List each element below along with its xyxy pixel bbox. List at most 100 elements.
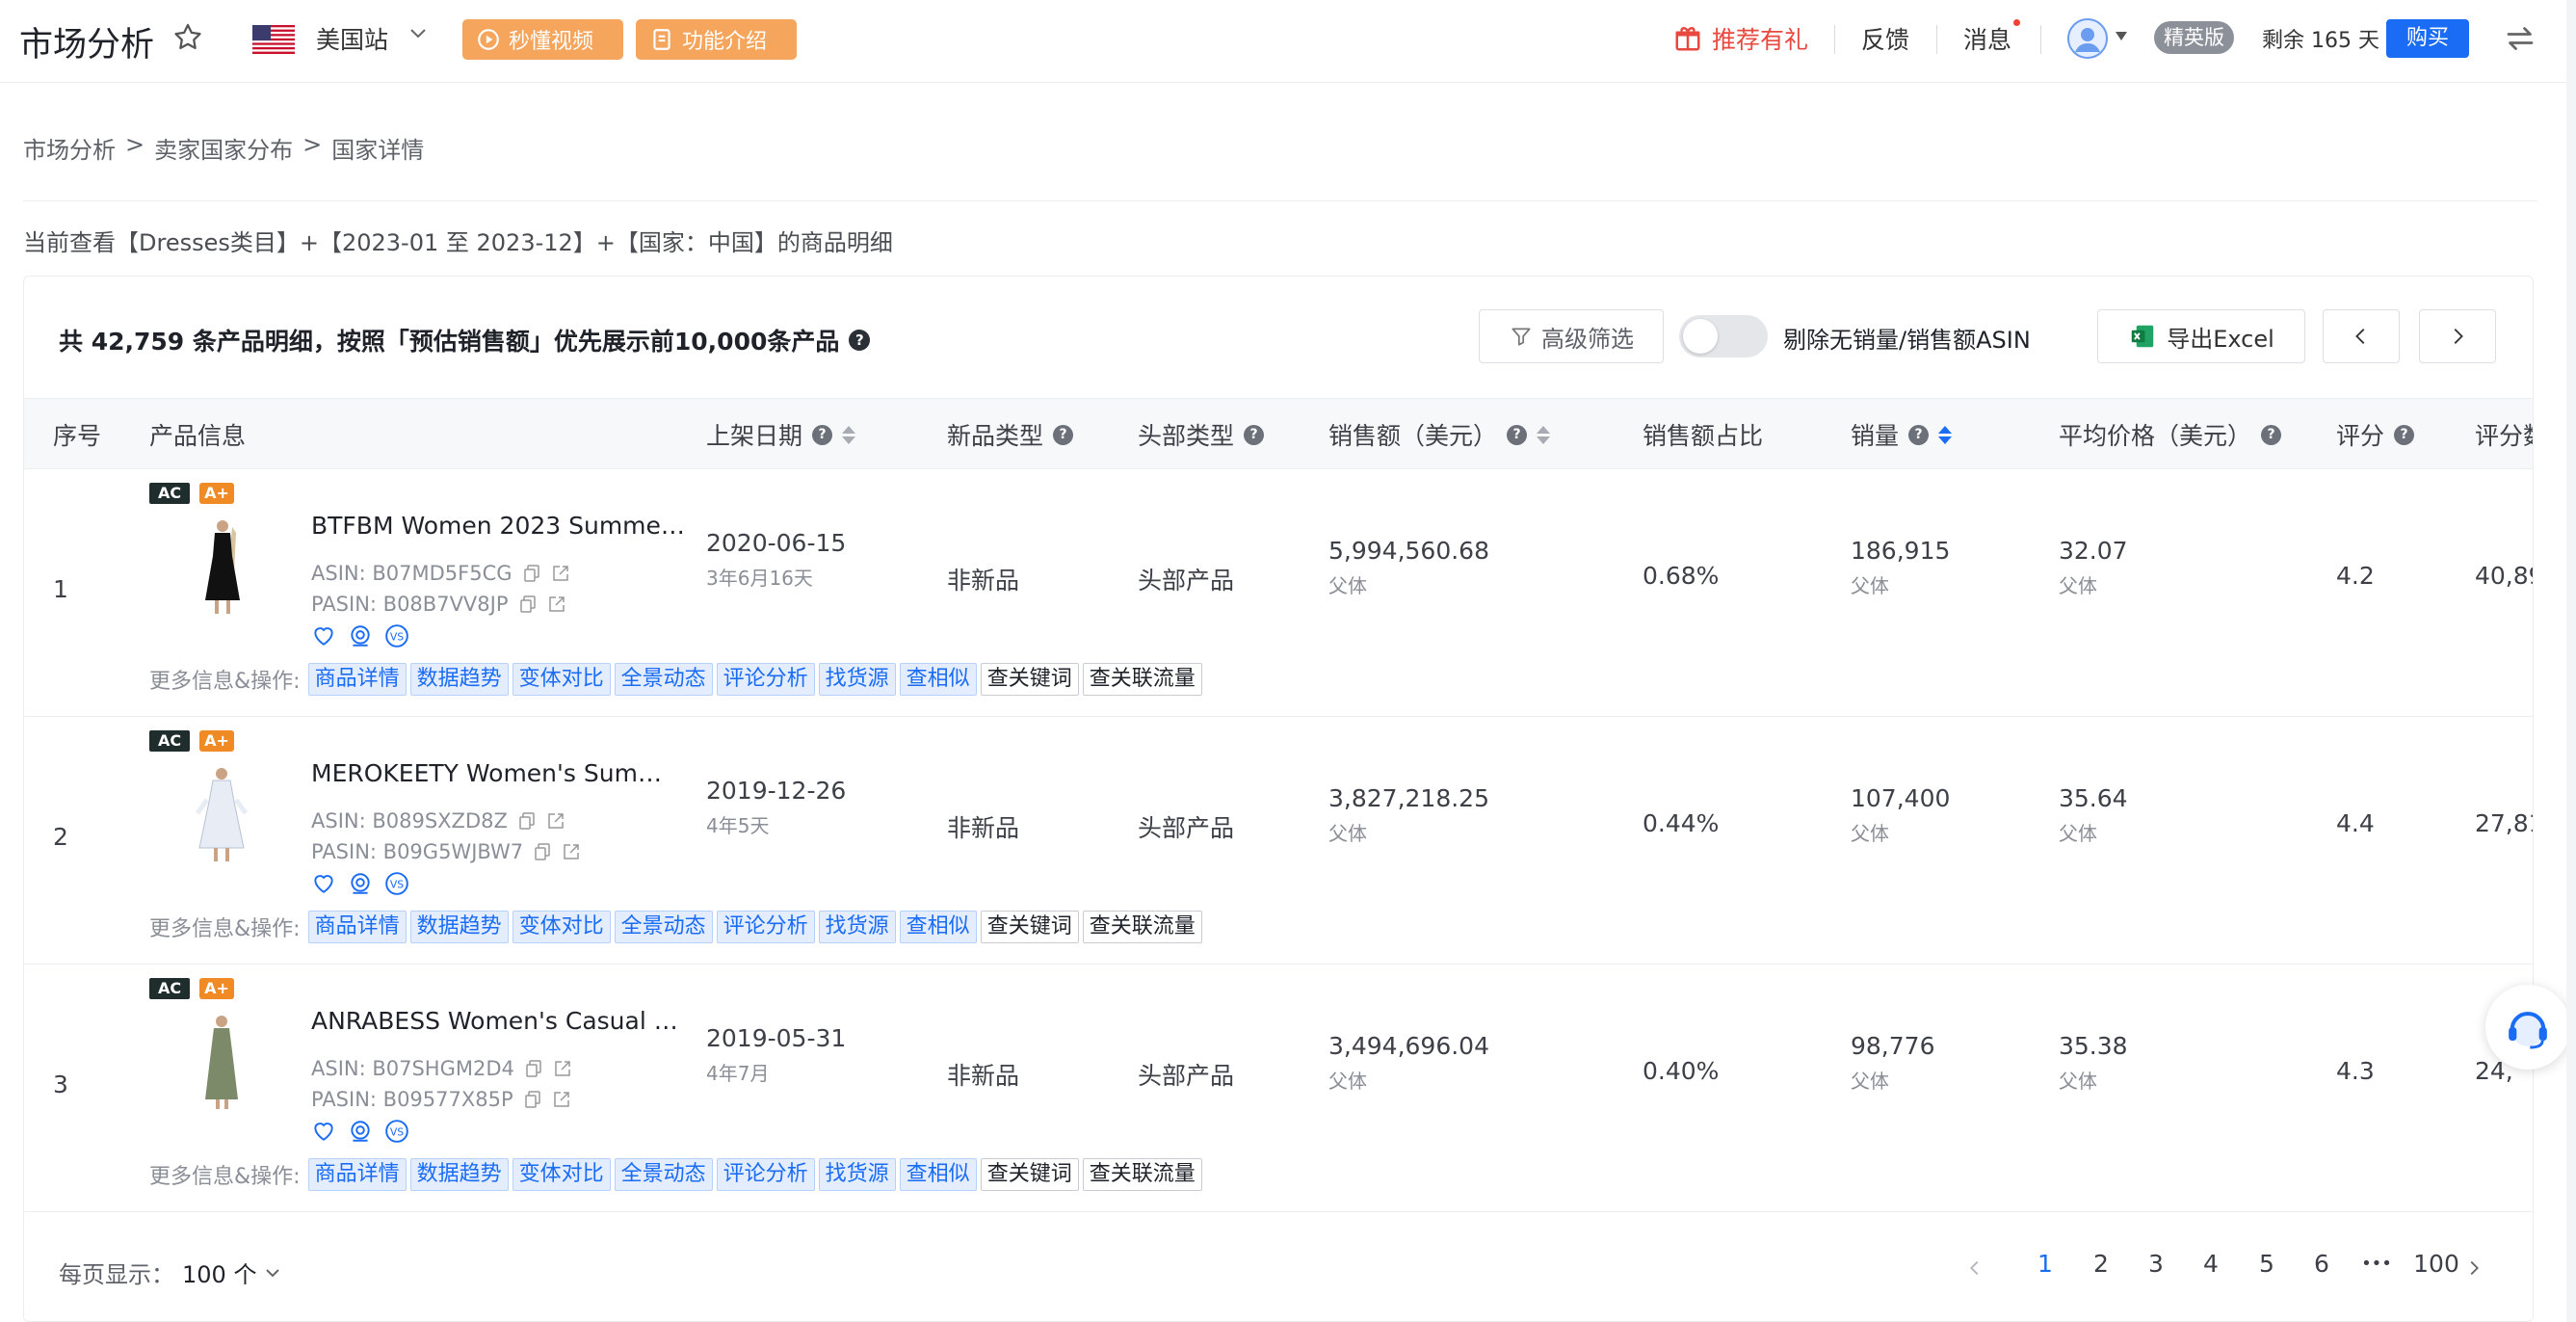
action-related-traffic[interactable]: 查关联流量 xyxy=(1082,1158,1202,1191)
external-link-icon[interactable] xyxy=(547,595,566,614)
header-sales[interactable]: 销售额（美元） ? xyxy=(1328,399,1551,470)
heart-icon[interactable] xyxy=(311,623,336,648)
header-volume[interactable]: 销量 ? xyxy=(1851,399,1953,470)
scroll-left-button[interactable] xyxy=(2323,309,2400,363)
heart-icon[interactable] xyxy=(311,1119,336,1144)
external-link-icon[interactable] xyxy=(562,842,581,861)
copy-icon[interactable] xyxy=(517,811,537,831)
header-date[interactable]: 上架日期 ? xyxy=(706,399,856,470)
feature-intro-button[interactable]: 功能介绍 xyxy=(636,19,797,60)
action-keywords[interactable]: 查关键词 xyxy=(980,663,1079,696)
action-product-detail[interactable]: 商品详情 xyxy=(307,1158,407,1191)
page-2[interactable]: 2 xyxy=(2082,1250,2120,1278)
action-related-traffic[interactable]: 查关联流量 xyxy=(1082,911,1202,943)
compare-vs-icon[interactable]: VS xyxy=(384,871,409,896)
action-product-detail[interactable]: 商品详情 xyxy=(307,663,407,696)
buy-button[interactable]: 购买 xyxy=(2386,19,2469,58)
action-find-source[interactable]: 找货源 xyxy=(818,911,896,943)
action-data-trend[interactable]: 数据趋势 xyxy=(409,911,509,943)
messages-link[interactable]: 消息 xyxy=(1963,21,2011,56)
external-link-icon[interactable] xyxy=(552,1090,571,1109)
product-image[interactable] xyxy=(178,765,265,865)
sort-icon-active[interactable] xyxy=(1938,425,1953,444)
product-image[interactable] xyxy=(178,1013,265,1113)
scrollbar[interactable] xyxy=(2566,0,2576,1322)
external-link-icon[interactable] xyxy=(551,564,570,583)
product-title[interactable]: MEROKEETY Women's Summer Wrap Dress xyxy=(311,759,685,787)
help-icon[interactable]: ? xyxy=(1053,424,1074,445)
external-link-icon[interactable] xyxy=(553,1059,572,1078)
action-find-similar[interactable]: 查相似 xyxy=(899,1158,977,1191)
action-find-similar[interactable]: 查相似 xyxy=(899,911,977,943)
help-icon[interactable]: ? xyxy=(1908,424,1930,445)
breadcrumb-item-market[interactable]: 市场分析 xyxy=(23,131,116,165)
recommend-link[interactable]: 推荐有礼 xyxy=(1673,21,1808,56)
customer-support-button[interactable] xyxy=(2485,985,2570,1070)
action-review-analysis[interactable]: 评论分析 xyxy=(716,663,815,696)
heart-icon[interactable] xyxy=(311,871,336,896)
page-ellipsis[interactable]: ••• xyxy=(2357,1254,2396,1274)
copy-icon[interactable] xyxy=(524,1059,543,1078)
action-product-detail[interactable]: 商品详情 xyxy=(307,911,407,943)
help-icon[interactable]: ? xyxy=(812,424,833,445)
help-icon[interactable]: ? xyxy=(1507,424,1528,445)
compare-vs-icon[interactable]: VS xyxy=(384,623,409,648)
action-keywords[interactable]: 查关键词 xyxy=(980,1158,1079,1191)
advanced-filter-button[interactable]: 高级筛选 xyxy=(1479,309,1664,363)
star-icon[interactable] xyxy=(171,21,204,54)
monitor-icon[interactable] xyxy=(348,871,373,896)
copy-icon[interactable] xyxy=(518,595,538,614)
action-variant-compare[interactable]: 变体对比 xyxy=(512,1158,611,1191)
help-icon[interactable]: ? xyxy=(2394,424,2415,445)
action-variant-compare[interactable]: 变体对比 xyxy=(512,911,611,943)
copy-icon[interactable] xyxy=(523,1090,542,1109)
action-review-analysis[interactable]: 评论分析 xyxy=(716,1158,815,1191)
page-6[interactable]: 6 xyxy=(2302,1250,2341,1278)
action-find-source[interactable]: 找货源 xyxy=(818,1158,896,1191)
sort-icon[interactable] xyxy=(842,425,856,444)
compare-vs-icon[interactable]: VS xyxy=(384,1119,409,1144)
action-variant-compare[interactable]: 变体对比 xyxy=(512,663,611,696)
site-selector[interactable]: 美国站 xyxy=(316,21,388,56)
copy-icon[interactable] xyxy=(533,842,552,861)
chevron-down-icon[interactable] xyxy=(408,27,428,40)
action-panorama[interactable]: 全景动态 xyxy=(614,1158,713,1191)
help-icon[interactable]: ? xyxy=(849,330,871,351)
help-icon[interactable]: ? xyxy=(1244,424,1265,445)
monitor-icon[interactable] xyxy=(348,1119,373,1144)
monitor-icon[interactable] xyxy=(348,623,373,648)
action-panorama[interactable]: 全景动态 xyxy=(614,911,713,943)
page-3[interactable]: 3 xyxy=(2137,1250,2175,1278)
switch-icon[interactable] xyxy=(2503,21,2537,56)
page-1[interactable]: 1 xyxy=(2026,1250,2064,1278)
video-button[interactable]: 秒懂视频 xyxy=(462,19,623,60)
action-data-trend[interactable]: 数据趋势 xyxy=(409,1158,509,1191)
help-icon[interactable]: ? xyxy=(2261,424,2282,445)
action-keywords[interactable]: 查关键词 xyxy=(980,911,1079,943)
page-4[interactable]: 4 xyxy=(2192,1250,2230,1278)
exclude-zero-sales-toggle[interactable] xyxy=(1679,315,1768,357)
breadcrumb-item-seller-country[interactable]: 卖家国家分布 xyxy=(154,131,293,165)
action-data-trend[interactable]: 数据趋势 xyxy=(409,663,509,696)
page-5[interactable]: 5 xyxy=(2247,1250,2286,1278)
product-title[interactable]: BTFBM Women 2023 Summer Casual Dresses xyxy=(311,512,685,540)
us-flag-icon[interactable] xyxy=(252,25,295,54)
action-panorama[interactable]: 全景动态 xyxy=(614,663,713,696)
caret-down-icon[interactable] xyxy=(2116,32,2127,40)
action-review-analysis[interactable]: 评论分析 xyxy=(716,911,815,943)
feedback-link[interactable]: 反馈 xyxy=(1861,21,1909,56)
toggle-knob xyxy=(1683,319,1718,354)
product-image[interactable] xyxy=(178,517,265,618)
action-find-source[interactable]: 找货源 xyxy=(818,663,896,696)
external-link-icon[interactable] xyxy=(546,811,565,831)
action-find-similar[interactable]: 查相似 xyxy=(899,663,977,696)
sort-icon[interactable] xyxy=(1537,425,1551,444)
scroll-right-button[interactable] xyxy=(2419,309,2496,363)
product-title[interactable]: ANRABESS Women's Casual Loose Sleeveless… xyxy=(311,1007,685,1035)
export-excel-button[interactable]: 导出Excel xyxy=(2097,309,2305,363)
next-page-icon[interactable] xyxy=(2463,1257,2484,1279)
avatar[interactable] xyxy=(2066,17,2109,60)
page-100[interactable]: 100 xyxy=(2409,1250,2463,1278)
action-related-traffic[interactable]: 查关联流量 xyxy=(1082,663,1202,696)
copy-icon[interactable] xyxy=(522,564,541,583)
